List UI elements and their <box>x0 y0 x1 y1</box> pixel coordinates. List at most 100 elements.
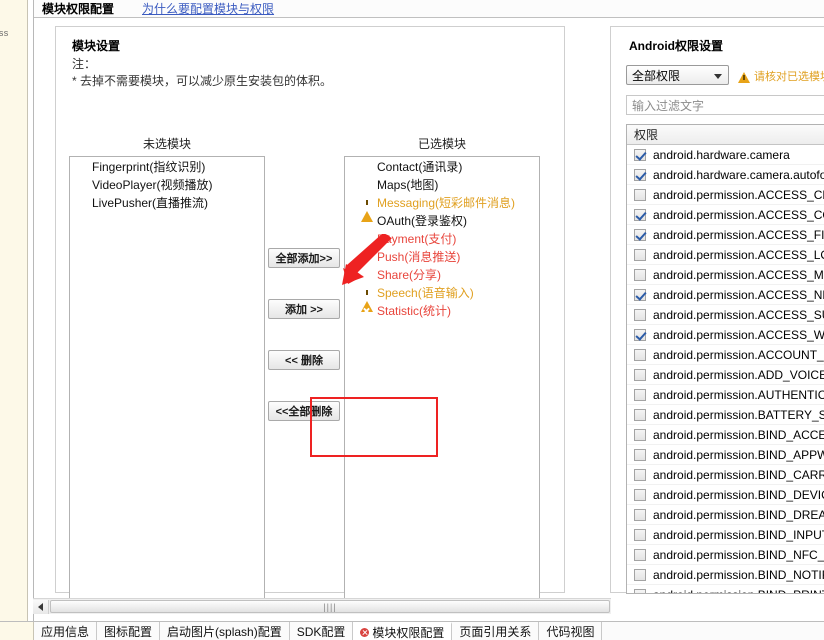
table-row[interactable]: android.permission.BIND_APPWIDGET <box>627 445 824 465</box>
permission-filter-input[interactable]: 输入过滤文字 <box>626 95 824 115</box>
permission-checkbox[interactable] <box>634 148 646 161</box>
permission-checkbox[interactable] <box>634 508 646 521</box>
table-row[interactable]: android.permission.BATTERY_STATS <box>627 405 824 425</box>
permission-name: android.permission.BIND_NOTIFICATION_LIS… <box>653 567 824 582</box>
permission-checkbox[interactable] <box>634 368 646 381</box>
permission-checkbox[interactable] <box>634 228 646 241</box>
tabs-host: 应用信息 图标配置 启动图片(splash)配置 SDK配置 模块权限配置 页面引用关系代… <box>34 622 603 640</box>
list-item[interactable]: Maps(地图) <box>345 175 539 193</box>
permission-scope-select[interactable]: 全部权限 <box>626 65 729 85</box>
unselected-modules-list[interactable]: Fingerprint(指纹识别) VideoPlayer(视频播放) LivePu… <box>69 156 265 612</box>
list-item[interactable]: Contact(通讯录) <box>345 157 539 175</box>
table-row[interactable]: android.permission.ACCOUNT_MANAGER <box>627 345 824 365</box>
selected-modules-title: 已选模块 <box>417 137 466 151</box>
list-item-label: Statistic(统计) <box>377 303 452 318</box>
list-item[interactable]: Speech(语音输入) <box>345 283 539 312</box>
error-icon <box>361 304 373 316</box>
scroll-left-arrow-icon[interactable] <box>33 599 49 614</box>
warning-icon <box>738 71 750 83</box>
bottom-tab-bar: 应用信息 图标配置 启动图片(splash)配置 SDK配置 模块权限配置 页面引用关系代… <box>0 621 824 640</box>
help-link[interactable]: 为什么要配置模块与权限 <box>142 0 274 17</box>
table-row[interactable]: android.permission.AUTHENTICATE_ACCOUNTS <box>627 385 824 405</box>
table-row[interactable]: android.permission.ACCESS_FINE_LOCATION <box>627 225 824 245</box>
list-item[interactable]: VideoPlayer(视频播放) <box>70 175 264 193</box>
add-button[interactable]: 添加 >> <box>268 299 340 319</box>
permission-checkbox[interactable] <box>634 568 646 581</box>
list-item-label: Push(消息推送) <box>377 249 461 264</box>
permission-name: android.permission.ACCESS_CHECKIN_PROPER… <box>653 187 824 202</box>
permission-checkbox[interactable] <box>634 428 646 441</box>
tab-label: 图标配置 <box>104 625 153 639</box>
horizontal-scrollbar[interactable]: |||| <box>33 598 611 614</box>
scrollbar-grip-icon: |||| <box>323 601 337 612</box>
tab-2[interactable]: 启动图片(splash)配置 <box>160 622 290 640</box>
table-row[interactable]: android.permission.BIND_DREAM_SERVICE <box>627 505 824 525</box>
permission-checkbox[interactable] <box>634 248 646 261</box>
table-row[interactable]: android.permission.ACCESS_CHECKIN_PROPER… <box>627 185 824 205</box>
table-row[interactable]: android.permission.ACCESS_MOCK_LOCATION <box>627 265 824 285</box>
table-row[interactable]: android.permission.BIND_CARRIER_MESSAGIN… <box>627 465 824 485</box>
permission-checkbox[interactable] <box>634 328 646 341</box>
remove-button[interactable]: << 删除 <box>268 350 340 370</box>
tab-4[interactable]: 模块权限配置 <box>353 622 453 640</box>
tab-3[interactable]: SDK配置 <box>289 622 354 640</box>
list-item[interactable]: LivePusher(直播推流) <box>70 193 264 211</box>
permission-table[interactable]: 权限 android.hardware.camera android.hardwa… <box>626 124 824 594</box>
permission-name: android.permission.ACCESS_WIFI_STATE <box>653 327 824 342</box>
selected-modules-list[interactable]: Contact(通讯录) Maps(地图) Messaging(短彩邮件消息) OAu… <box>344 156 540 612</box>
permission-checkbox[interactable] <box>634 468 646 481</box>
tab-1[interactable]: 图标配置 <box>97 622 161 640</box>
table-row[interactable]: android.permission.ACCESS_NETWORK_STATE <box>627 285 824 305</box>
permission-checkbox[interactable] <box>634 208 646 221</box>
permission-scope-value: 全部权限 <box>632 68 681 83</box>
tab-label: SDK配置 <box>296 625 346 639</box>
permission-name: android.permission.BIND_CARRIER_MESSAGIN… <box>653 467 824 482</box>
permission-checkbox[interactable] <box>634 548 646 561</box>
table-row[interactable]: android.permission.ADD_VOICEMAIL <box>627 365 824 385</box>
main-content-pane: 模块权限配置 为什么要配置模块与权限 模块设置 注： * 去掉不需要模块，可以减… <box>33 0 824 621</box>
permission-checkbox[interactable] <box>634 168 646 181</box>
table-row[interactable]: android.hardware.camera.autofocus <box>627 165 824 185</box>
table-row[interactable]: android.hardware.camera <box>627 145 824 165</box>
list-item[interactable]: OAuth(登录鉴权) <box>345 211 539 229</box>
permission-table-header: 权限 <box>627 125 824 145</box>
table-row[interactable]: android.permission.BIND_ACCESSIBILITY_SE… <box>627 425 824 445</box>
table-row[interactable]: android.permission.BIND_PRINT_SERVICE <box>627 585 824 593</box>
permission-checkbox[interactable] <box>634 448 646 461</box>
list-item-label: Messaging(短彩邮件消息) <box>377 195 516 210</box>
remove-all-button[interactable]: <<全部删除 <box>268 401 340 421</box>
table-row[interactable]: android.permission.BIND_NOTIFICATION_LIS… <box>627 565 824 585</box>
permission-checkbox[interactable] <box>634 348 646 361</box>
permission-checkbox[interactable] <box>634 408 646 421</box>
permission-checkbox[interactable] <box>634 388 646 401</box>
table-row[interactable]: android.permission.ACCESS_WIFI_STATE <box>627 325 824 345</box>
add-all-button[interactable]: 全部添加>> <box>268 248 340 268</box>
table-row[interactable]: android.permission.BIND_INPUT_METHOD <box>627 525 824 545</box>
list-item[interactable]: Payment(支付) <box>345 229 539 247</box>
permission-checkbox[interactable] <box>634 588 646 593</box>
list-item[interactable]: Push(消息推送) <box>345 247 539 265</box>
table-row[interactable]: android.permission.BIND_DEVICE_ADMIN <box>627 485 824 505</box>
scrollbar-thumb[interactable]: |||| <box>50 600 610 613</box>
permission-checkbox[interactable] <box>634 288 646 301</box>
table-row[interactable]: android.permission.BIND_NFC_SERVICE <box>627 545 824 565</box>
list-item[interactable]: Fingerprint(指纹识别) <box>70 157 264 175</box>
permission-checkbox[interactable] <box>634 528 646 541</box>
warning-icon <box>361 286 373 312</box>
list-item[interactable]: Statistic(统计) <box>345 301 539 319</box>
permission-checkbox[interactable] <box>634 268 646 281</box>
page-header: 模块权限配置 为什么要配置模块与权限 <box>34 0 824 18</box>
table-row[interactable]: android.permission.ACCESS_COARSE_LOCATIO… <box>627 205 824 225</box>
list-item-label: Speech(语音输入) <box>377 285 474 300</box>
list-item[interactable]: Messaging(短彩邮件消息) <box>345 193 539 222</box>
permission-checkbox[interactable] <box>634 188 646 201</box>
list-item[interactable]: Share(分享) <box>345 265 539 283</box>
table-row[interactable]: android.permission.ACCESS_SURFACE_FLINGE… <box>627 305 824 325</box>
tab-6[interactable]: 代码视图 <box>539 622 603 640</box>
table-row[interactable]: android.permission.ACCESS_LOCATION_EXTRA… <box>627 245 824 265</box>
tab-5[interactable]: 页面引用关系 <box>452 622 540 640</box>
tab-0[interactable]: 应用信息 <box>34 622 98 640</box>
permission-checkbox[interactable] <box>634 308 646 321</box>
permission-checkbox[interactable] <box>634 488 646 501</box>
module-settings-group: 模块设置 注： * 去掉不需要模块，可以减少原生安装包的体积。 未选模块 已选模… <box>55 26 565 612</box>
